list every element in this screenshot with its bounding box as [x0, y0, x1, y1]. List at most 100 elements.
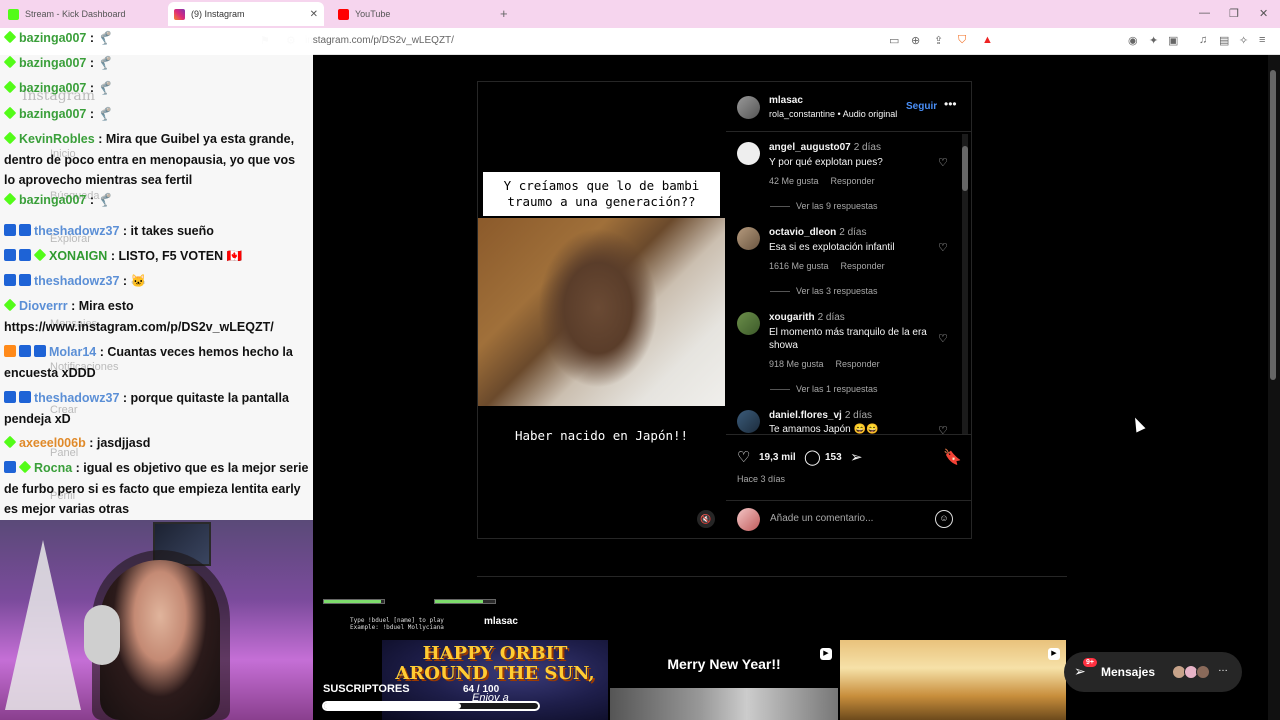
comment-user[interactable]: daniel.flores_vj 2 días [769, 410, 872, 421]
green-badge-icon [3, 106, 17, 120]
follow-button[interactable]: Seguir [906, 101, 937, 112]
green-badge-icon [18, 460, 32, 474]
comment-user[interactable]: xougarith 2 días [769, 312, 845, 323]
leo-icon[interactable]: ✧ [1239, 34, 1248, 47]
avatar[interactable] [737, 312, 760, 335]
grid-post[interactable]: ▶ [840, 640, 1066, 720]
chat-username[interactable]: axeeel006b [19, 436, 86, 450]
chat-message: theshadowz37 : porque quitaste la pantal… [4, 388, 309, 429]
tab-instagram[interactable]: (9) Instagram ✕ [168, 2, 324, 26]
orange-badge-icon [4, 345, 16, 357]
chat-username[interactable]: bazinga007 [19, 107, 86, 121]
chat-message: theshadowz37 : it takes sueño [4, 221, 309, 242]
chat-username[interactable]: theshadowz37 [34, 391, 119, 405]
comment-icon[interactable]: ◯ [804, 448, 821, 466]
blue-badge-icon [4, 249, 16, 261]
comment-text: Esa si es explotación infantil [769, 242, 895, 253]
restore-icon[interactable]: ❐ [1229, 7, 1239, 20]
extension-icon[interactable]: ◉ [1128, 34, 1138, 47]
chat-text: : 🦿 [86, 81, 114, 95]
share-icon[interactable]: ⇪ [934, 34, 943, 47]
chat-message: Molar14 : Cuantas veces hemos hecho la e… [4, 342, 309, 383]
comments-scrollbar[interactable] [962, 134, 968, 434]
blue-badge-icon [19, 249, 31, 261]
chat-username[interactable]: KevinRobles [19, 132, 95, 146]
chat-username[interactable]: bazinga007 [19, 56, 86, 70]
comments-count: 153 [825, 452, 842, 463]
post-audio[interactable]: rola_constantine • Audio original [769, 109, 897, 119]
avatar[interactable] [737, 142, 760, 165]
avatar[interactable] [737, 227, 760, 250]
reply-button[interactable]: Responder [836, 359, 880, 369]
post-author[interactable]: mlasac [769, 95, 803, 106]
comment-user[interactable]: octavio_dleon 2 días [769, 227, 867, 238]
chat-username[interactable]: Rocna [34, 461, 72, 475]
view-replies-button[interactable]: Ver las 1 respuestas [770, 384, 878, 394]
comment-text: Te amamos Japón 😄😄 [769, 424, 879, 434]
wallet-icon[interactable]: ▤ [1219, 34, 1229, 47]
comment-like-icon[interactable]: ♡ [938, 424, 948, 434]
chat-username[interactable]: theshadowz37 [34, 224, 119, 238]
close-window-icon[interactable]: ✕ [1259, 7, 1268, 20]
brave-rewards-icon[interactable]: ▲ [982, 34, 993, 46]
post-header: mlasac rola_constantine • Audio original… [726, 82, 971, 132]
webcam-feed [0, 520, 313, 720]
chat-message: bazinga007 : 🦿 [3, 104, 309, 125]
minimize-icon[interactable]: — [1199, 7, 1210, 19]
add-comment-bar: Añade un comentario... ☺ [726, 500, 971, 538]
save-icon[interactable]: 🔖 [943, 448, 962, 466]
media-icon[interactable]: ♫ [1199, 34, 1207, 46]
tab-kick-dashboard[interactable]: Stream - Kick Dashboard [4, 2, 164, 26]
chat-username[interactable]: Molar14 [49, 345, 96, 359]
reel-icon: ▶ [820, 648, 832, 660]
messages-button[interactable]: ➢ 9+ Mensajes … [1064, 652, 1242, 692]
puzzle-icon[interactable]: ✦ [1149, 34, 1158, 47]
comments-list: angel_augusto07 2 días Y por qué explotan… [726, 132, 971, 434]
chat-username[interactable]: Dioverrr [19, 299, 68, 313]
grid-post[interactable]: Merry New Year!! ▶ [610, 640, 838, 720]
mute-icon[interactable]: 🔇 [697, 510, 715, 528]
reply-button[interactable]: Responder [831, 176, 875, 186]
video-frame[interactable] [478, 218, 725, 406]
kick-icon [8, 8, 19, 20]
view-replies-button[interactable]: Ver las 3 respuestas [770, 286, 878, 296]
brave-shield-icon[interactable]: ⛉ [958, 34, 966, 47]
comment-input[interactable]: Añade un comentario... [770, 513, 873, 524]
like-icon[interactable]: ♡ [737, 448, 750, 466]
chat-username[interactable]: theshadowz37 [34, 274, 119, 288]
avatar[interactable] [737, 96, 760, 119]
more-from-user[interactable]: mlasac [484, 616, 518, 627]
menu-icon[interactable]: ≡ [1259, 34, 1265, 46]
comment-like-icon[interactable]: ♡ [938, 241, 948, 254]
zoom-icon[interactable]: ⊕ [911, 34, 920, 47]
view-replies-button[interactable]: Ver las 9 respuestas [770, 201, 878, 211]
avatar [737, 508, 760, 531]
post-actions: ♡ 19,3 mil ◯ 153 ➢ 🔖 Hace 3 días [726, 434, 971, 500]
chat-username[interactable]: XONAIGN [49, 249, 107, 263]
tab-youtube[interactable]: YouTube [334, 2, 494, 26]
page-scrollbar-thumb[interactable] [1270, 70, 1276, 380]
comment-like-icon[interactable]: ♡ [938, 156, 948, 169]
green-badge-icon [3, 131, 17, 145]
more-options-icon[interactable]: ••• [944, 97, 957, 111]
comment-meta: 42 Me gusta Responder [769, 176, 875, 186]
chat-username[interactable]: bazinga007 [19, 31, 86, 45]
sidebar-icon[interactable]: ▣ [1168, 34, 1178, 47]
url-field[interactable]: instagram.com/p/DS2v_wLEQZT/ [305, 35, 454, 46]
cast-icon[interactable]: ▭ [889, 34, 899, 47]
blue-badge-icon [19, 345, 31, 357]
grid-post-title: HAPPY ORBIT AROUND THE SUN, [395, 643, 595, 684]
comment-user[interactable]: angel_augusto07 2 días [769, 142, 881, 153]
share-icon[interactable]: ➢ [850, 448, 863, 466]
chat-username[interactable]: bazinga007 [19, 81, 86, 95]
emoji-icon[interactable]: ☺ [935, 510, 953, 528]
new-tab-icon[interactable]: + [500, 6, 508, 21]
chat-username[interactable]: bazinga007 [19, 193, 86, 207]
close-tab-icon[interactable]: ✕ [310, 9, 318, 20]
blue-badge-icon [4, 461, 16, 473]
avatar[interactable] [737, 410, 760, 433]
more-icon: … [1218, 663, 1228, 674]
blue-badge-icon [4, 391, 16, 403]
comment-like-icon[interactable]: ♡ [938, 332, 948, 345]
reply-button[interactable]: Responder [841, 261, 885, 271]
